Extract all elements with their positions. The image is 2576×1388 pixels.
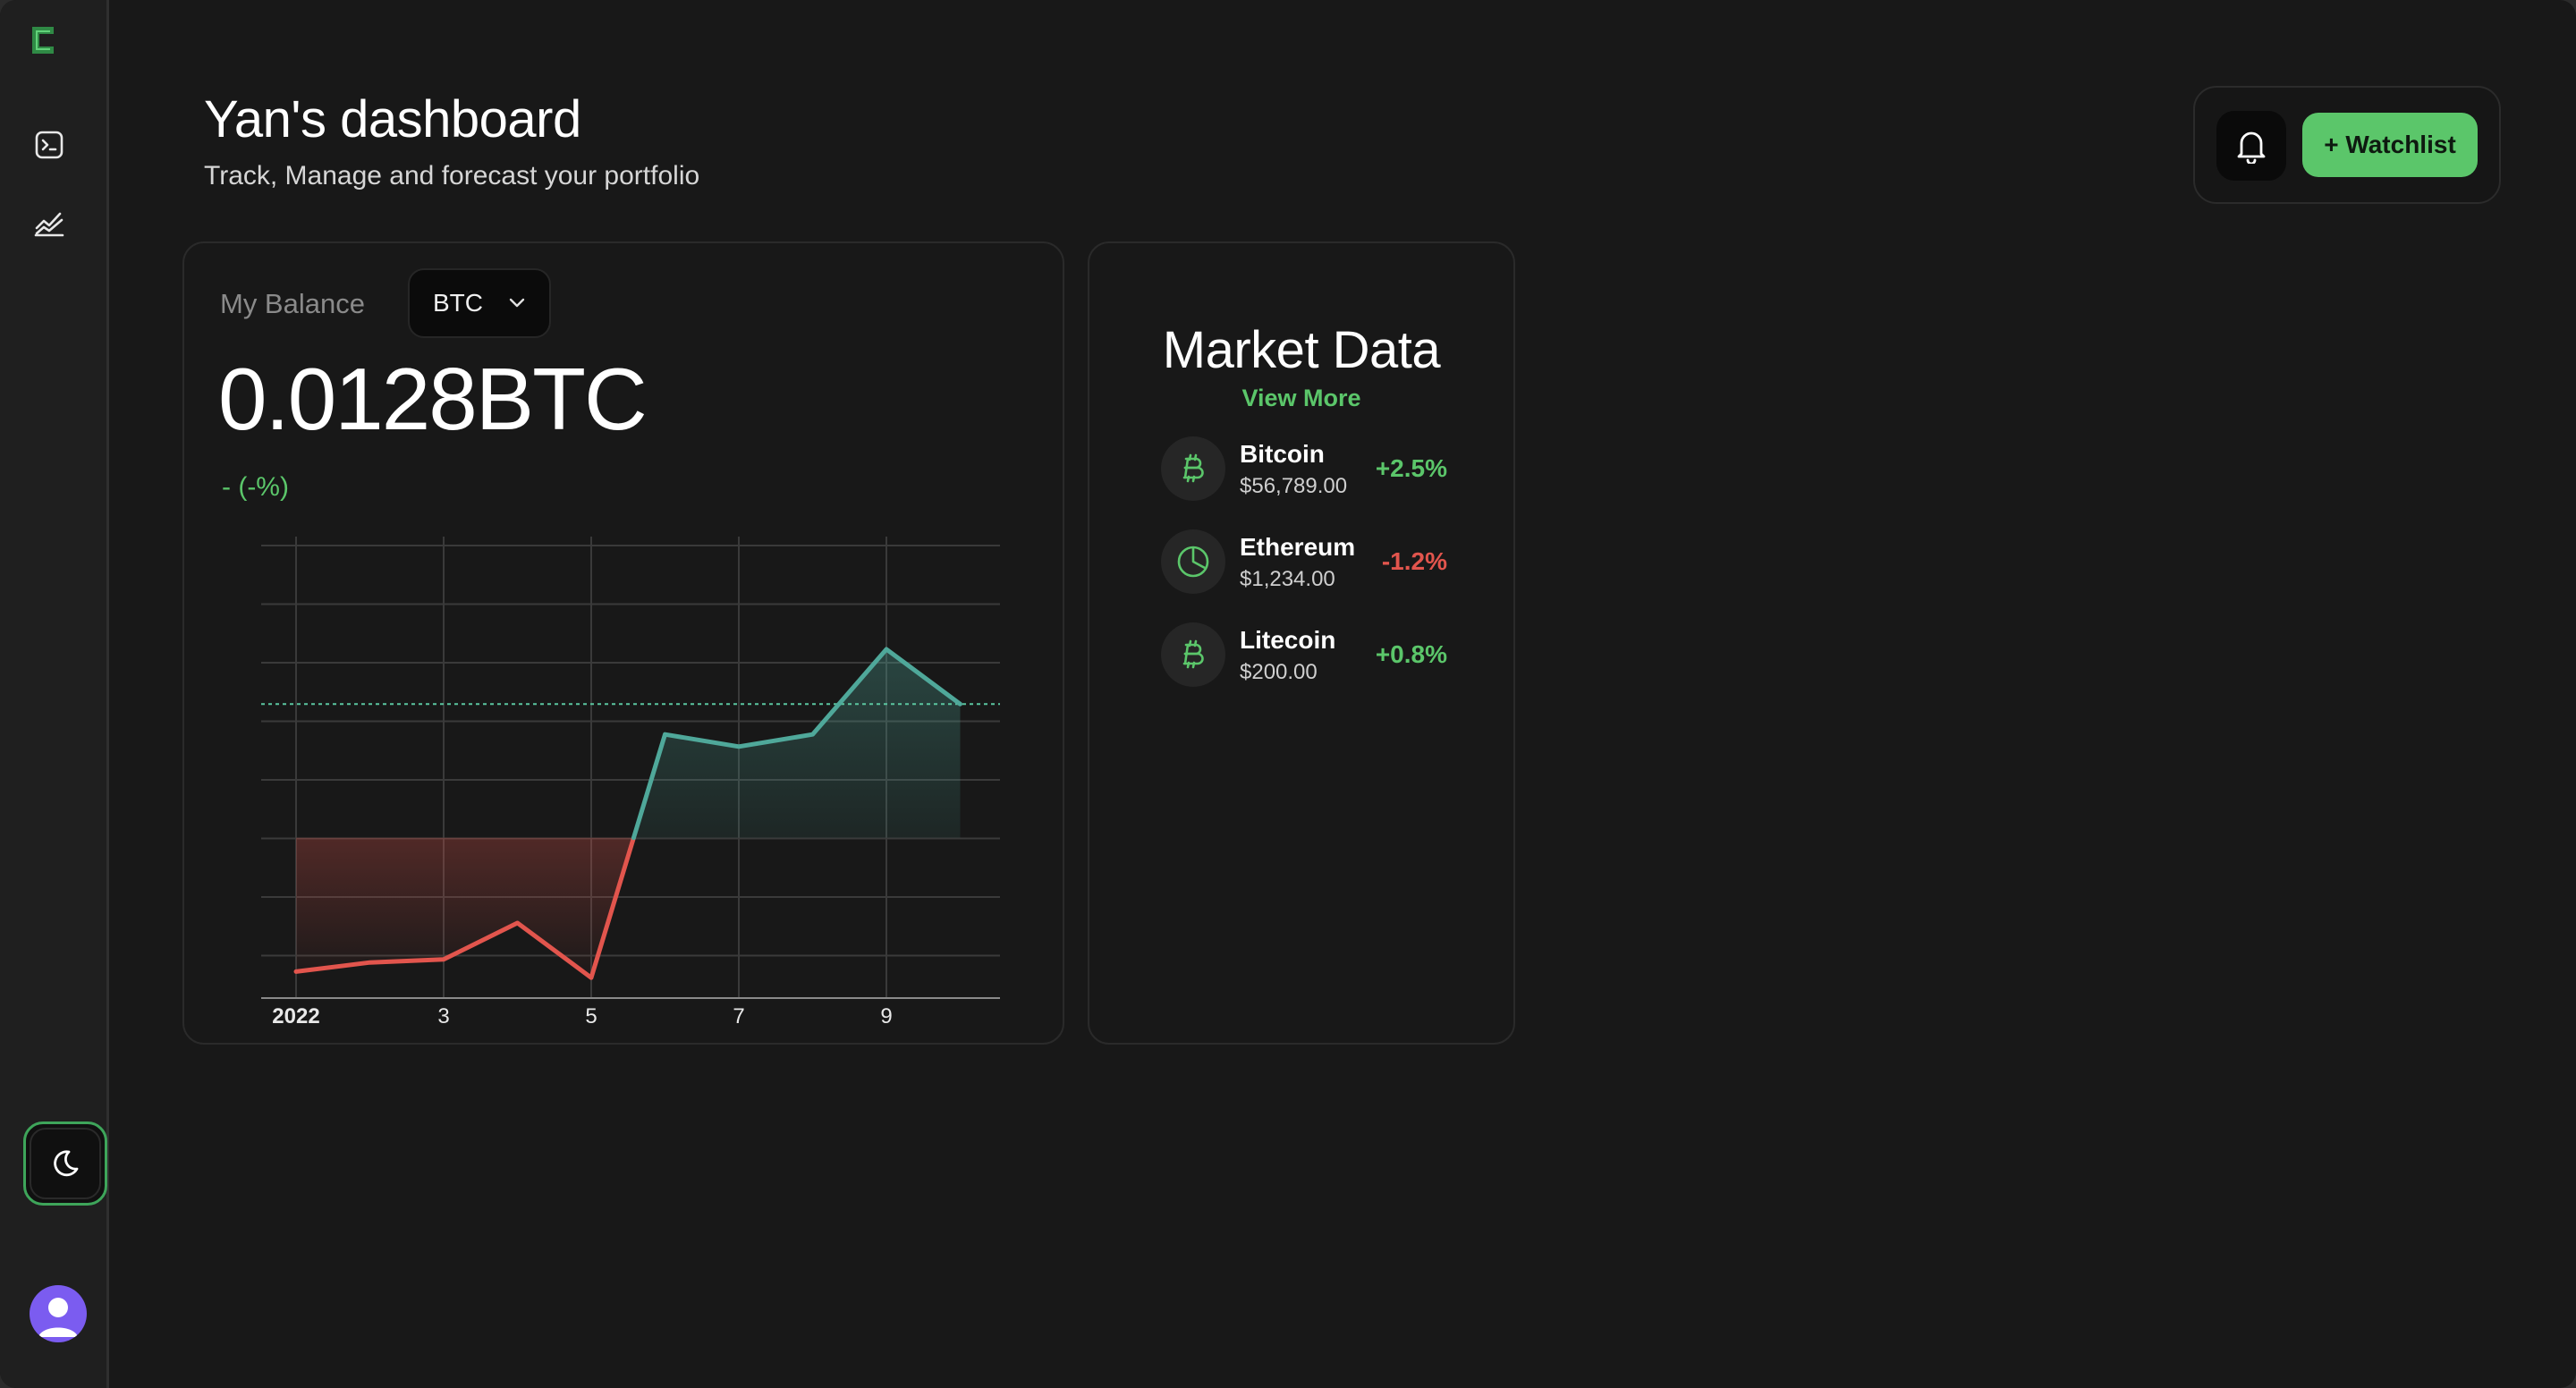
theme-toggle-button[interactable] bbox=[23, 1121, 107, 1206]
market-item-change: +0.8% bbox=[1375, 640, 1447, 668]
x-tick-label: 3 bbox=[437, 1004, 449, 1027]
sidebar bbox=[0, 0, 109, 1388]
balance-change: - (-%) bbox=[222, 472, 289, 502]
currency-select[interactable]: BTC bbox=[408, 268, 551, 338]
page-title: Yan's dashboard bbox=[204, 90, 581, 148]
bitcoin-icon bbox=[1161, 436, 1225, 501]
currency-select-value: BTC bbox=[433, 289, 483, 317]
app-window: Yan's dashboard Track, Manage and foreca… bbox=[0, 0, 2576, 1388]
market-data-title: Market Data bbox=[1162, 321, 1441, 379]
pie-chart-icon bbox=[1161, 529, 1225, 594]
main-content: Yan's dashboard Track, Manage and foreca… bbox=[109, 0, 2576, 1388]
market-item-change: +2.5% bbox=[1375, 454, 1447, 482]
market-item-name: Ethereum bbox=[1240, 533, 1356, 561]
notifications-button[interactable] bbox=[2216, 111, 2286, 181]
moon-icon bbox=[54, 1150, 79, 1177]
view-more-link[interactable]: View More bbox=[1089, 385, 1513, 412]
market-item-bitcoin[interactable]: Bitcoin $56,789.00 +2.5% bbox=[1161, 436, 1447, 503]
balance-chart: 2022 3 5 7 9 bbox=[261, 537, 1000, 1027]
market-item-price: $1,234.00 bbox=[1240, 567, 1335, 591]
positive-area bbox=[633, 649, 961, 838]
x-tick-label: 5 bbox=[585, 1004, 597, 1027]
market-item-change: -1.2% bbox=[1381, 547, 1447, 575]
header-actions: + Watchlist bbox=[2193, 86, 2501, 204]
market-item-name: Bitcoin bbox=[1240, 440, 1325, 468]
bitcoin-icon bbox=[1161, 622, 1225, 687]
sidebar-item-terminal[interactable] bbox=[30, 125, 69, 165]
market-item-litecoin[interactable]: Litecoin $200.00 +0.8% bbox=[1161, 622, 1447, 689]
sidebar-item-charts[interactable] bbox=[30, 204, 69, 243]
market-item-price: $56,789.00 bbox=[1240, 474, 1348, 498]
terminal-icon bbox=[35, 131, 64, 159]
page-subtitle: Track, Manage and forecast your portfoli… bbox=[204, 161, 700, 190]
app-logo bbox=[27, 23, 61, 57]
user-icon bbox=[38, 1298, 78, 1337]
x-tick-label: 9 bbox=[880, 1004, 892, 1027]
market-item-name: Litecoin bbox=[1240, 626, 1336, 654]
market-item-price: $200.00 bbox=[1240, 660, 1318, 684]
market-data-card: Market Data View More Bitcoin $56,789.00… bbox=[1088, 241, 1515, 1045]
chevron-down-icon bbox=[509, 298, 525, 308]
chart-line-icon bbox=[34, 212, 64, 237]
add-watchlist-button[interactable]: + Watchlist bbox=[2302, 113, 2478, 177]
balance-value: 0.0128BTC bbox=[218, 350, 648, 448]
avatar[interactable] bbox=[30, 1285, 87, 1342]
balance-card: My Balance BTC 0.0128BTC - (-%) 2022 3 5 7 9 bbox=[182, 241, 1064, 1045]
market-item-ethereum[interactable]: Ethereum $1,234.00 -1.2% bbox=[1161, 529, 1447, 596]
negative-area bbox=[296, 837, 634, 978]
balance-label: My Balance bbox=[220, 288, 365, 319]
x-tick-label: 7 bbox=[733, 1004, 744, 1027]
x-tick-label: 2022 bbox=[272, 1004, 319, 1027]
bell-icon bbox=[2237, 131, 2266, 164]
